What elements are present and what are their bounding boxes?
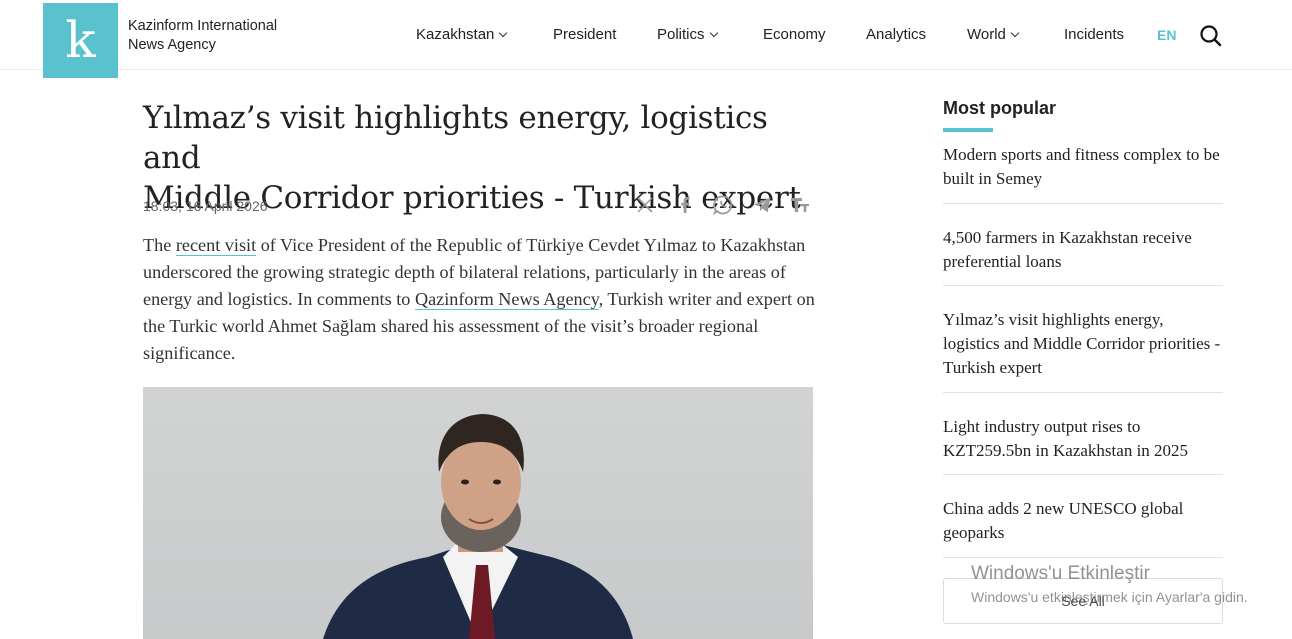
- nav-item-economy[interactable]: Economy: [763, 26, 826, 43]
- chevron-down-icon: [499, 28, 508, 38]
- brand-line-1: Kazinform International: [128, 18, 278, 34]
- chevron-down-icon: [1010, 28, 1020, 38]
- nav-label: Economy: [763, 26, 826, 43]
- portrait-illustration: [323, 414, 633, 639]
- divider: [943, 285, 1223, 286]
- nav-item-world[interactable]: World: [967, 26, 1020, 43]
- activation-watermark-subtitle: Windows'u etkinleştirmek için Ayarlar'a …: [971, 589, 1248, 605]
- nav-item-analytics[interactable]: Analytics: [866, 26, 926, 43]
- qazinform-link[interactable]: Qazinform News Agency: [414, 289, 599, 310]
- article-photo: [143, 387, 813, 639]
- article-date: 18:03, 16 April 2026: [143, 198, 268, 214]
- popular-item[interactable]: Modern sports and fitness complex to be …: [943, 143, 1223, 191]
- nav-item-incidents[interactable]: Incidents: [1064, 26, 1124, 43]
- popular-item[interactable]: 4,500 farmers in Kazakhstan receive pref…: [943, 226, 1223, 274]
- most-popular-title: Most popular: [943, 98, 1056, 118]
- site-logo[interactable]: k: [43, 3, 118, 78]
- divider: [943, 392, 1223, 393]
- site-header: k Kazinform International News Agency Ka…: [0, 0, 1292, 78]
- facebook-icon[interactable]: [674, 194, 696, 216]
- article-title-line-1: Yılmaz’s visit highlights energy, logist…: [143, 100, 768, 176]
- popular-item[interactable]: China adds 2 new UNESCO global geoparks: [943, 497, 1223, 545]
- nav-label: Politics: [657, 26, 705, 43]
- section-accent-bar: [943, 128, 993, 132]
- divider: [943, 474, 1223, 475]
- text-size-icon[interactable]: [789, 194, 811, 216]
- telegram-icon[interactable]: [751, 194, 773, 216]
- x-icon[interactable]: [634, 194, 656, 216]
- divider: [943, 557, 1223, 558]
- nav-label: President: [553, 26, 617, 43]
- popular-item[interactable]: Yılmaz’s visit highlights energy, logist…: [943, 308, 1223, 380]
- nav-label: Incidents: [1064, 26, 1125, 43]
- language-switcher[interactable]: EN: [1157, 27, 1176, 43]
- nav-item-kazakhstan[interactable]: Kazakhstan: [416, 26, 508, 43]
- activation-watermark-title: Windows'u Etkinleştir: [971, 563, 1150, 584]
- nav-label: Kazakhstan: [416, 26, 495, 43]
- whatsapp-icon[interactable]: [712, 194, 734, 216]
- recent-visit-link[interactable]: recent visit: [175, 235, 257, 256]
- popular-item[interactable]: Light industry output rises to KZT259.5b…: [943, 415, 1223, 463]
- nav-item-politics[interactable]: Politics: [657, 26, 718, 43]
- brand-name[interactable]: Kazinform International News Agency: [128, 17, 298, 55]
- nav-label: Analytics: [866, 26, 927, 43]
- article-lead-paragraph: The recent visit of Vice President of th…: [143, 232, 815, 367]
- nav-label: World: [967, 26, 1006, 43]
- logo-letter: k: [65, 11, 96, 69]
- body-text-part-1: The: [143, 235, 176, 255]
- brand-line-2: News Agency: [128, 37, 216, 53]
- search-icon[interactable]: [1199, 24, 1223, 48]
- chevron-down-icon: [709, 28, 718, 38]
- divider: [943, 203, 1223, 204]
- nav-item-president[interactable]: President: [553, 26, 616, 43]
